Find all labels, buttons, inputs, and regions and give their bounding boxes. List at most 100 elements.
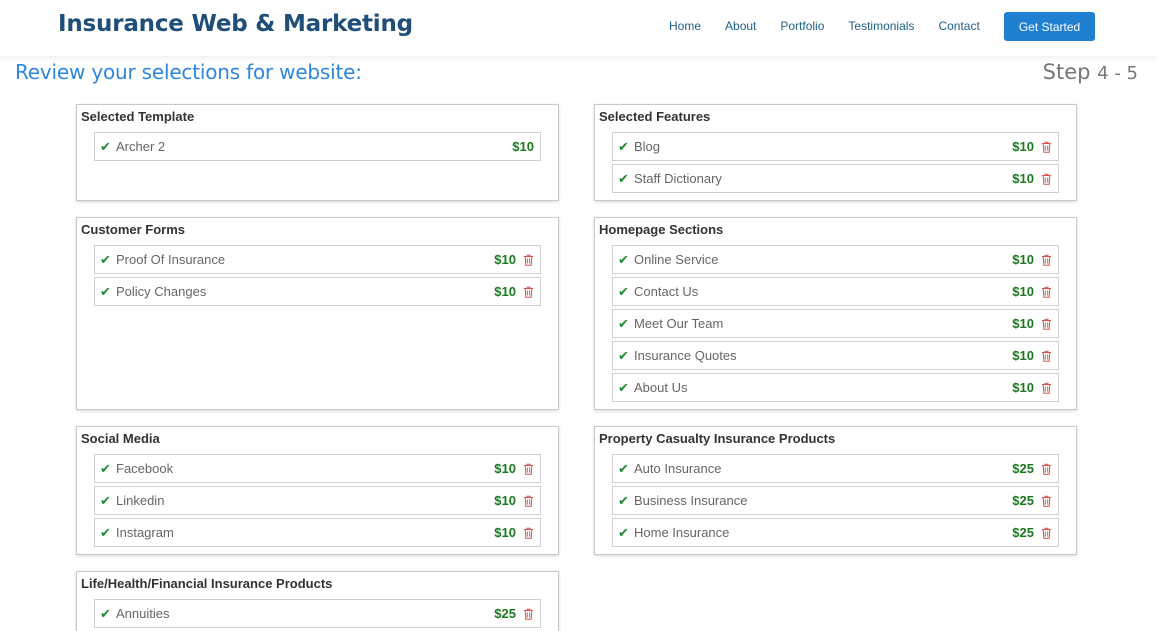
step-value: 4 - 5: [1097, 63, 1138, 84]
nav-link-home[interactable]: Home: [669, 19, 701, 33]
trash-icon[interactable]: [1041, 254, 1052, 266]
item-price: $10: [494, 493, 516, 508]
item-label: Blog: [634, 139, 661, 154]
item-price: $10: [1012, 348, 1034, 363]
trash-icon[interactable]: [1041, 286, 1052, 298]
list-item: ✔ Instagram $10: [94, 518, 541, 547]
panel-title: Customer Forms: [81, 222, 186, 237]
item-label: Meet Our Team: [634, 316, 724, 331]
item-price: $25: [494, 606, 516, 621]
brand-logo-text[interactable]: Insurance Web & Marketing: [58, 11, 413, 37]
trash-icon[interactable]: [1041, 463, 1052, 475]
panel-title: Property Casualty Insurance Products: [599, 431, 836, 446]
list-item: ✔ Staff Dictionary $10: [612, 164, 1059, 193]
check-icon: ✔: [100, 524, 111, 540]
list-item: ✔ About Us $10: [612, 373, 1059, 402]
item-price: $10: [1012, 284, 1034, 299]
item-label: Home Insurance: [634, 525, 730, 540]
item-price: $25: [1012, 525, 1034, 540]
trash-icon[interactable]: [523, 527, 534, 539]
trash-icon[interactable]: [523, 495, 534, 507]
list-item: ✔ Online Service $10: [612, 245, 1059, 274]
nav-link-portfolio[interactable]: Portfolio: [780, 19, 824, 33]
panel-title: Selected Template: [81, 109, 195, 124]
trash-icon[interactable]: [523, 608, 534, 620]
item-label: Instagram: [116, 525, 174, 540]
list-item: ✔ Annuities $25: [94, 599, 541, 628]
list-item: ✔ Proof Of Insurance $10: [94, 245, 541, 274]
list-item: ✔ Policy Changes $10: [94, 277, 541, 306]
item-label: Facebook: [116, 461, 174, 476]
item-price: $10: [494, 461, 516, 476]
panel-title: Social Media: [81, 431, 160, 446]
item-label: About Us: [634, 380, 688, 395]
nav-link-contact[interactable]: Contact: [938, 19, 979, 33]
item-price: $10: [494, 252, 516, 267]
item-price: $10: [1012, 252, 1034, 267]
item-price: $10: [494, 525, 516, 540]
check-icon: ✔: [618, 138, 629, 154]
check-icon: ✔: [100, 138, 111, 154]
top-navbar: Insurance Web & Marketing Home About Por…: [0, 0, 1157, 56]
trash-icon[interactable]: [1041, 318, 1052, 330]
check-icon: ✔: [100, 251, 111, 267]
nav-link-testimonials[interactable]: Testimonials: [848, 19, 914, 33]
panel-selected-features: Selected Features ✔ Blog $10 ✔ Staff Dic…: [594, 104, 1077, 201]
trash-icon[interactable]: [523, 286, 534, 298]
item-label: Online Service: [634, 252, 719, 267]
item-price: $10: [494, 284, 516, 299]
list-item: ✔ Business Insurance $25: [612, 486, 1059, 515]
step-indicator: Step 4 - 5: [1043, 60, 1138, 84]
check-icon: ✔: [100, 492, 111, 508]
check-icon: ✔: [618, 379, 629, 395]
list-item: ✔ Blog $10: [612, 132, 1059, 161]
panel-title: Selected Features: [599, 109, 711, 124]
panel-selected-template: Selected Template ✔ Archer 2 $10: [76, 104, 559, 201]
trash-icon[interactable]: [523, 463, 534, 475]
check-icon: ✔: [100, 605, 111, 621]
get-started-button[interactable]: Get Started: [1004, 12, 1095, 41]
panel-title: Life/Health/Financial Insurance Products: [81, 576, 333, 591]
check-icon: ✔: [618, 347, 629, 363]
item-price: $10: [1012, 139, 1034, 154]
item-price: $10: [1012, 380, 1034, 395]
item-price: $25: [1012, 493, 1034, 508]
item-price: $25: [1012, 461, 1034, 476]
trash-icon[interactable]: [1041, 527, 1052, 539]
item-label: Linkedin: [116, 493, 165, 508]
page-title: Review your selections for website:: [15, 60, 362, 84]
check-icon: ✔: [100, 283, 111, 299]
list-item: ✔ Home Insurance $25: [612, 518, 1059, 547]
trash-icon[interactable]: [523, 254, 534, 266]
item-label: Contact Us: [634, 284, 699, 299]
panel-social-media: Social Media ✔ Facebook $10 ✔ Linkedin $…: [76, 426, 559, 555]
list-item: ✔ Insurance Quotes $10: [612, 341, 1059, 370]
trash-icon[interactable]: [1041, 495, 1052, 507]
check-icon: ✔: [618, 492, 629, 508]
check-icon: ✔: [618, 460, 629, 476]
item-label: Staff Dictionary: [634, 171, 722, 186]
panel-life-health-financial: Life/Health/Financial Insurance Products…: [76, 571, 559, 631]
list-item: ✔ Contact Us $10: [612, 277, 1059, 306]
trash-icon[interactable]: [1041, 382, 1052, 394]
panel-customer-forms: Customer Forms ✔ Proof Of Insurance $10 …: [76, 217, 559, 410]
item-price: $10: [1012, 171, 1034, 186]
item-label: Proof Of Insurance: [116, 252, 226, 267]
item-price: $10: [1012, 316, 1034, 331]
nav-link-about[interactable]: About: [725, 19, 756, 33]
trash-icon[interactable]: [1041, 141, 1052, 153]
check-icon: ✔: [100, 460, 111, 476]
step-label: Step: [1042, 60, 1091, 84]
panel-homepage-sections: Homepage Sections ✔ Online Service $10 ✔…: [594, 217, 1077, 410]
item-label: Policy Changes: [116, 284, 207, 299]
trash-icon[interactable]: [1041, 350, 1052, 362]
item-label: Archer 2: [116, 139, 166, 154]
panel-title: Homepage Sections: [599, 222, 724, 237]
list-item: ✔ Auto Insurance $25: [612, 454, 1059, 483]
trash-icon[interactable]: [1041, 173, 1052, 185]
check-icon: ✔: [618, 251, 629, 267]
check-icon: ✔: [618, 315, 629, 331]
check-icon: ✔: [618, 170, 629, 186]
check-icon: ✔: [618, 524, 629, 540]
list-item: ✔ Linkedin $10: [94, 486, 541, 515]
